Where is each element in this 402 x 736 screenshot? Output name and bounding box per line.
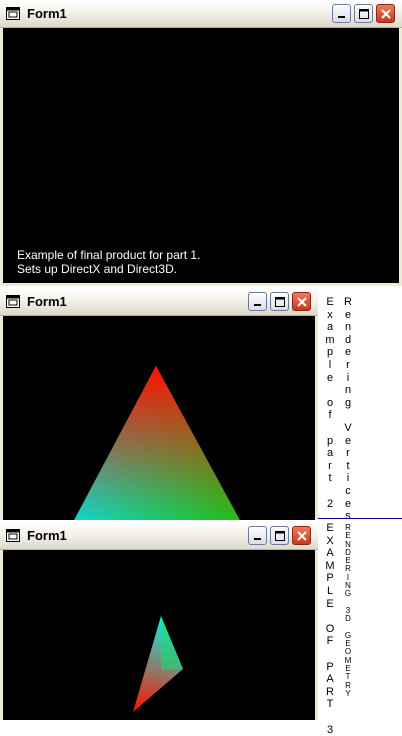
caption-line-1: Example of final product for part 1.: [17, 248, 200, 262]
rotating-triangle: [3, 550, 315, 720]
label-char: t: [324, 472, 336, 485]
window-title: Form1: [27, 294, 67, 309]
label-char: p: [324, 346, 336, 359]
minimize-button[interactable]: [248, 292, 267, 311]
label-char: e: [342, 435, 354, 448]
title-bar[interactable]: Form1: [0, 522, 318, 550]
window-title: Form1: [27, 6, 67, 21]
label-char: r: [342, 359, 354, 372]
window-form1-part3[interactable]: Form1: [0, 522, 318, 720]
label-char: P: [324, 572, 336, 585]
label-char: P: [324, 661, 336, 674]
divider-line: [318, 518, 402, 519]
label-char: E: [324, 296, 336, 309]
title-bar[interactable]: Form1: [0, 288, 318, 316]
close-icon: [293, 527, 312, 546]
label-char: X: [324, 535, 336, 548]
window-icon: [6, 295, 20, 308]
label-char: p: [324, 435, 336, 448]
label-char: O: [324, 623, 336, 636]
close-icon: [293, 293, 312, 312]
minimize-button[interactable]: [248, 526, 267, 545]
label-char: A: [324, 547, 336, 560]
window-title: Form1: [27, 528, 67, 543]
title-bar[interactable]: Form1: [0, 0, 402, 28]
label-char: Y: [342, 690, 354, 698]
maximize-icon: [271, 293, 290, 312]
label-char: [342, 409, 354, 422]
label-char: [324, 711, 336, 724]
label-char: 3: [324, 724, 336, 736]
label-char: n: [342, 384, 354, 397]
label-char: [324, 422, 336, 435]
label-example-of-part-2: Example of part 2: [324, 296, 336, 510]
label-char: i: [342, 472, 354, 485]
label-example-of-part-3: EXAMPLE OF PART 3: [324, 522, 336, 736]
label-char: l: [324, 359, 336, 372]
label-char: a: [324, 321, 336, 334]
minimize-icon: [249, 293, 268, 312]
window-form1-part2[interactable]: Form1: [0, 288, 318, 520]
label-char: [324, 648, 336, 661]
label-rendering-vertices: Rendering Vertices: [342, 296, 354, 523]
label-char: F: [324, 635, 336, 648]
render-area[interactable]: Example of final product for part 1. Set…: [3, 28, 399, 283]
gradient-triangle: [3, 316, 315, 520]
label-rendering-3d-geometry: RENDERING 3D GEOMETRY: [342, 524, 354, 698]
label-char: m: [324, 334, 336, 347]
label-char: M: [324, 560, 336, 573]
label-char: [324, 485, 336, 498]
label-char: e: [324, 372, 336, 385]
caption-line-2: Sets up DirectX and Direct3D.: [17, 262, 200, 276]
label-char: A: [324, 673, 336, 686]
maximize-button[interactable]: [270, 526, 289, 545]
label-char: [324, 384, 336, 397]
label-char: R: [324, 686, 336, 699]
label-char: t: [342, 460, 354, 473]
label-char: f: [324, 409, 336, 422]
label-char: r: [324, 460, 336, 473]
label-char: n: [342, 321, 354, 334]
window-icon: [6, 7, 20, 20]
close-icon: [377, 5, 396, 24]
label-char: E: [324, 522, 336, 535]
close-button[interactable]: [292, 526, 311, 545]
label-char: d: [342, 334, 354, 347]
label-char: e: [342, 309, 354, 322]
maximize-icon: [271, 527, 290, 546]
maximize-icon: [355, 5, 374, 24]
label-char: e: [342, 498, 354, 511]
label-char: R: [342, 296, 354, 309]
caption-text: Example of final product for part 1. Set…: [17, 248, 200, 276]
maximize-button[interactable]: [354, 4, 373, 23]
render-area[interactable]: [3, 550, 315, 720]
label-char: g: [342, 397, 354, 410]
label-char: L: [324, 585, 336, 598]
label-char: 2: [324, 498, 336, 511]
label-char: o: [324, 397, 336, 410]
label-char: x: [324, 309, 336, 322]
label-char: s: [342, 510, 354, 523]
minimize-icon: [249, 527, 268, 546]
label-char: V: [342, 422, 354, 435]
label-char: r: [342, 447, 354, 460]
label-char: [324, 610, 336, 623]
label-char: E: [324, 598, 336, 611]
side-panel: Example of part 2 Rendering Vertices EXA…: [318, 288, 402, 720]
label-char: c: [342, 485, 354, 498]
close-button[interactable]: [292, 292, 311, 311]
window-icon: [6, 529, 20, 542]
label-char: i: [342, 372, 354, 385]
label-char: a: [324, 447, 336, 460]
close-button[interactable]: [376, 4, 395, 23]
window-form1-part1[interactable]: Form1 Example of final product for part …: [0, 0, 402, 286]
render-area[interactable]: [3, 316, 315, 520]
maximize-button[interactable]: [270, 292, 289, 311]
label-char: T: [324, 698, 336, 711]
minimize-icon: [333, 5, 352, 24]
minimize-button[interactable]: [332, 4, 351, 23]
label-char: e: [342, 346, 354, 359]
